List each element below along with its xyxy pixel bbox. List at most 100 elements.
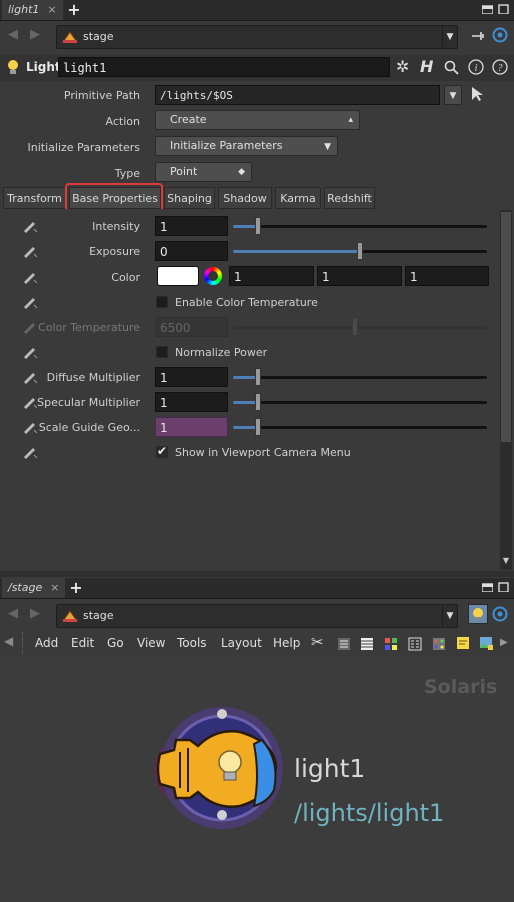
menu-go[interactable]: Go xyxy=(107,636,124,650)
normalize-power-checkbox[interactable] xyxy=(156,346,168,358)
question-icon[interactable]: ? xyxy=(492,59,508,75)
specular-slider-handle[interactable] xyxy=(255,393,262,411)
select-arrow-icon[interactable] xyxy=(470,86,484,102)
path-dropdown-icon[interactable]: ▼ xyxy=(442,26,457,48)
exposure-slider-handle[interactable] xyxy=(357,242,363,260)
svg-text:?: ? xyxy=(498,63,503,74)
grid-color-icon[interactable] xyxy=(384,637,398,651)
link-icon[interactable] xyxy=(492,606,508,622)
primitive-path-label: Primitive Path xyxy=(63,89,140,102)
intensity-slider[interactable] xyxy=(233,225,487,228)
updown-icon: ▴ xyxy=(348,115,353,125)
type-menu[interactable]: Point ◆ xyxy=(155,162,252,182)
add-tab-icon[interactable]: + xyxy=(68,578,84,598)
left-scroll-icon[interactable]: ◀ xyxy=(4,634,13,648)
primitive-path-field[interactable]: /lights/$OS xyxy=(155,85,440,105)
light-node[interactable] xyxy=(136,706,296,832)
diffuse-slider[interactable] xyxy=(233,376,487,379)
scale-guide-slider-handle[interactable] xyxy=(255,418,262,436)
search-icon[interactable] xyxy=(444,60,460,76)
forward-arrow-icon[interactable]: ▶ xyxy=(28,607,42,621)
maximize-icon[interactable] xyxy=(498,582,509,592)
pin-icon[interactable] xyxy=(470,29,486,43)
forward-arrow-icon[interactable]: ▶ xyxy=(28,28,42,42)
menu-tools[interactable]: Tools xyxy=(177,636,207,650)
info-icon[interactable]: i xyxy=(468,59,484,75)
details-icon[interactable] xyxy=(408,637,422,651)
viewport-camera-label: Show in Viewport Camera Menu xyxy=(175,446,351,459)
table-icon[interactable] xyxy=(360,637,374,651)
image-icon[interactable] xyxy=(479,636,494,651)
back-arrow-icon[interactable]: ◀ xyxy=(6,28,20,42)
more-arrow-icon[interactable]: ▶ xyxy=(500,637,508,648)
pencil-icon[interactable] xyxy=(22,344,38,360)
tab-stage[interactable]: /stage × xyxy=(2,578,66,598)
menu-layout[interactable]: Layout xyxy=(221,636,262,650)
primitive-path-menu-icon[interactable]: ▼ xyxy=(444,85,462,105)
link-icon[interactable] xyxy=(492,27,508,43)
color-temp-field: 6500 xyxy=(155,317,228,337)
back-arrow-icon[interactable]: ◀ xyxy=(6,607,20,621)
node-path-label: /lights/light1 xyxy=(294,799,445,827)
enable-color-temp-checkbox[interactable] xyxy=(156,296,168,308)
tab-label: /stage xyxy=(8,581,43,594)
gear-icon[interactable]: ✲ xyxy=(396,57,409,76)
color-swatch[interactable] xyxy=(157,266,199,286)
light-bulb-icon xyxy=(473,608,483,620)
close-icon[interactable]: × xyxy=(47,3,56,16)
path-field[interactable]: stage ▼ xyxy=(56,25,458,49)
sticky-note-icon[interactable] xyxy=(456,636,470,651)
close-icon[interactable]: × xyxy=(50,581,59,594)
pencil-icon[interactable] xyxy=(22,294,38,310)
menu-view[interactable]: View xyxy=(137,636,165,650)
tab-shadow[interactable]: Shadow xyxy=(218,187,272,209)
tab-redshift[interactable]: Redshift xyxy=(324,187,375,209)
pane-menu-icon[interactable] xyxy=(482,582,493,592)
node-info-toggle[interactable] xyxy=(468,604,488,624)
pencil-icon[interactable] xyxy=(22,444,38,460)
color-wheel-icon[interactable] xyxy=(204,267,222,285)
exposure-field[interactable]: 0 xyxy=(155,241,228,261)
color-g-field[interactable]: 1 xyxy=(317,266,402,286)
maximize-icon[interactable] xyxy=(498,4,509,14)
tools-cross-icon[interactable]: ✂ xyxy=(311,633,324,651)
path-dropdown-icon[interactable]: ▼ xyxy=(442,605,457,627)
init-params-button[interactable]: Initialize Parameters ▼ xyxy=(155,136,338,156)
color-r-field[interactable]: 1 xyxy=(229,266,314,286)
intensity-slider-handle[interactable] xyxy=(255,217,262,235)
color-b-field[interactable]: 1 xyxy=(405,266,489,286)
diffuse-field[interactable]: 1 xyxy=(155,367,228,387)
add-tab-icon[interactable]: + xyxy=(66,0,82,20)
menu-edit[interactable]: Edit xyxy=(71,636,94,650)
action-menu[interactable]: Create ▴ xyxy=(155,110,360,130)
enable-color-temp-label: Enable Color Temperature xyxy=(175,296,318,309)
scale-guide-field[interactable]: 1 xyxy=(155,417,228,437)
tab-shaping[interactable]: Shaping xyxy=(164,187,215,209)
pane-menu-icon[interactable] xyxy=(482,4,493,14)
color-label: Color xyxy=(111,271,140,284)
specular-field[interactable]: 1 xyxy=(155,392,228,412)
tab-transform[interactable]: Transform xyxy=(3,187,66,209)
menu-add[interactable]: Add xyxy=(35,636,58,650)
intensity-field[interactable]: 1 xyxy=(155,216,228,236)
help-h-icon[interactable]: H xyxy=(420,57,433,76)
specular-slider[interactable] xyxy=(233,401,487,404)
diffuse-slider-handle[interactable] xyxy=(255,368,262,386)
intensity-label: Intensity xyxy=(92,220,140,233)
scrollbar-thumb[interactable] xyxy=(501,212,511,442)
tab-light1[interactable]: light1 × xyxy=(2,0,63,20)
exposure-slider-fill xyxy=(233,250,360,253)
tab-karma[interactable]: Karma xyxy=(275,187,321,209)
list-icon[interactable] xyxy=(337,637,351,651)
node-name-label[interactable]: light1 xyxy=(294,754,365,783)
scale-guide-slider[interactable] xyxy=(233,426,487,429)
pane-splitter[interactable] xyxy=(0,571,514,577)
palette-icon[interactable] xyxy=(432,637,446,651)
viewport-camera-checkbox[interactable]: ✔ xyxy=(156,444,168,458)
node-name-field[interactable]: light1 xyxy=(58,57,390,77)
menu-help[interactable]: Help xyxy=(273,636,300,650)
diffuse-label: Diffuse Multiplier xyxy=(46,371,140,384)
path-field[interactable]: stage ▼ xyxy=(56,604,458,628)
scale-guide-label: Scale Guide Geo... xyxy=(38,421,140,434)
scroll-down-icon[interactable]: ▼ xyxy=(500,556,512,568)
